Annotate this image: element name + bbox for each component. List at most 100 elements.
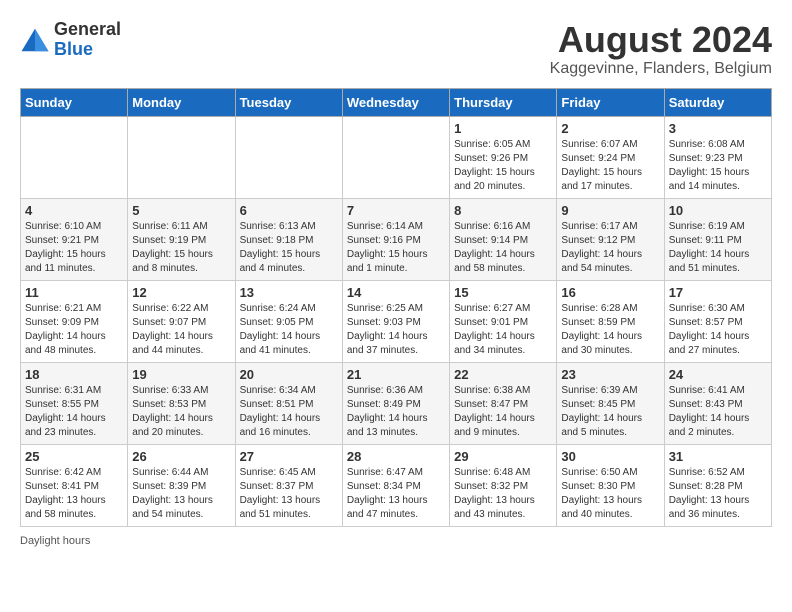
calendar-header-sunday: Sunday bbox=[21, 88, 128, 116]
day-detail: Sunrise: 6:44 AM Sunset: 8:39 PM Dayligh… bbox=[132, 466, 230, 522]
day-number: 6 bbox=[240, 203, 338, 218]
month-title: August 2024 bbox=[550, 20, 772, 60]
day-detail: Sunrise: 6:28 AM Sunset: 8:59 PM Dayligh… bbox=[561, 302, 659, 358]
day-detail: Sunrise: 6:39 AM Sunset: 8:45 PM Dayligh… bbox=[561, 384, 659, 440]
calendar-header-tuesday: Tuesday bbox=[235, 88, 342, 116]
day-detail: Sunrise: 6:36 AM Sunset: 8:49 PM Dayligh… bbox=[347, 384, 445, 440]
calendar-cell bbox=[128, 116, 235, 198]
day-detail: Sunrise: 6:45 AM Sunset: 8:37 PM Dayligh… bbox=[240, 466, 338, 522]
day-number: 8 bbox=[454, 203, 552, 218]
calendar-week-4: 18 Sunrise: 6:31 AM Sunset: 8:55 PM Dayli… bbox=[21, 362, 772, 444]
day-number: 30 bbox=[561, 449, 659, 464]
day-number: 17 bbox=[669, 285, 767, 300]
calendar-week-2: 4Sunrise: 6:10 AM Sunset: 9:21 PM Daylig… bbox=[21, 198, 772, 280]
day-detail: Sunrise: 6:31 AM Sunset: 8:55 PM Dayligh… bbox=[25, 384, 123, 440]
day-detail: Sunrise: 6:21 AM Sunset: 9:09 PM Dayligh… bbox=[25, 302, 123, 358]
day-detail: Sunrise: 6:05 AM Sunset: 9:26 PM Dayligh… bbox=[454, 138, 552, 194]
calendar-cell: 17Sunrise: 6:30 AM Sunset: 8:57 PM Dayli… bbox=[664, 280, 771, 362]
day-number: 18 bbox=[25, 367, 123, 382]
calendar-cell bbox=[21, 116, 128, 198]
calendar-header-thursday: Thursday bbox=[450, 88, 557, 116]
calendar-cell: 24Sunrise: 6:41 AM Sunset: 8:43 PM Dayli… bbox=[664, 362, 771, 444]
calendar-cell: 7Sunrise: 6:14 AM Sunset: 9:16 PM Daylig… bbox=[342, 198, 449, 280]
location-title: Kaggevinne, Flanders, Belgium bbox=[550, 60, 772, 78]
calendar-cell: 9 Sunrise: 6:17 AM Sunset: 9:12 PM Daylig… bbox=[557, 198, 664, 280]
day-detail: Sunrise: 6:19 AM Sunset: 9:11 PM Dayligh… bbox=[669, 220, 767, 276]
day-detail: Sunrise: 6:41 AM Sunset: 8:43 PM Dayligh… bbox=[669, 384, 767, 440]
calendar-cell: 12Sunrise: 6:22 AM Sunset: 9:07 PM Dayli… bbox=[128, 280, 235, 362]
day-detail: Sunrise: 6:52 AM Sunset: 8:28 PM Dayligh… bbox=[669, 466, 767, 522]
calendar-cell: 26 Sunrise: 6:44 AM Sunset: 8:39 PM Dayli… bbox=[128, 444, 235, 526]
logo-icon bbox=[20, 25, 50, 55]
day-detail: Sunrise: 6:17 AM Sunset: 9:12 PM Dayligh… bbox=[561, 220, 659, 276]
day-number: 3 bbox=[669, 121, 767, 136]
day-detail: Sunrise: 6:33 AM Sunset: 8:53 PM Dayligh… bbox=[132, 384, 230, 440]
logo-blue: Blue bbox=[54, 40, 121, 60]
day-detail: Sunrise: 6:13 AM Sunset: 9:18 PM Dayligh… bbox=[240, 220, 338, 276]
calendar-cell: 18 Sunrise: 6:31 AM Sunset: 8:55 PM Dayli… bbox=[21, 362, 128, 444]
day-number: 16 bbox=[561, 285, 659, 300]
calendar-cell bbox=[235, 116, 342, 198]
day-number: 25 bbox=[25, 449, 123, 464]
day-detail: Sunrise: 6:47 AM Sunset: 8:34 PM Dayligh… bbox=[347, 466, 445, 522]
day-number: 9 bbox=[561, 203, 659, 218]
calendar-cell: 25 Sunrise: 6:42 AM Sunset: 8:41 PM Dayli… bbox=[21, 444, 128, 526]
calendar-cell: 6 Sunrise: 6:13 AM Sunset: 9:18 PM Daylig… bbox=[235, 198, 342, 280]
calendar-week-3: 11Sunrise: 6:21 AM Sunset: 9:09 PM Dayli… bbox=[21, 280, 772, 362]
logo-general: General bbox=[54, 20, 121, 40]
day-number: 1 bbox=[454, 121, 552, 136]
calendar-cell: 20Sunrise: 6:34 AM Sunset: 8:51 PM Dayli… bbox=[235, 362, 342, 444]
calendar-cell: 28 Sunrise: 6:47 AM Sunset: 8:34 PM Dayli… bbox=[342, 444, 449, 526]
day-detail: Sunrise: 6:08 AM Sunset: 9:23 PM Dayligh… bbox=[669, 138, 767, 194]
day-detail: Sunrise: 6:16 AM Sunset: 9:14 PM Dayligh… bbox=[454, 220, 552, 276]
day-detail: Sunrise: 6:24 AM Sunset: 9:05 PM Dayligh… bbox=[240, 302, 338, 358]
calendar-cell: 13 Sunrise: 6:24 AM Sunset: 9:05 PM Dayli… bbox=[235, 280, 342, 362]
calendar-cell: 10 Sunrise: 6:19 AM Sunset: 9:11 PM Dayli… bbox=[664, 198, 771, 280]
day-number: 27 bbox=[240, 449, 338, 464]
footer-note: Daylight hours bbox=[20, 535, 772, 547]
calendar-header-friday: Friday bbox=[557, 88, 664, 116]
day-detail: Sunrise: 6:42 AM Sunset: 8:41 PM Dayligh… bbox=[25, 466, 123, 522]
day-number: 20 bbox=[240, 367, 338, 382]
calendar-cell: 3 Sunrise: 6:08 AM Sunset: 9:23 PM Daylig… bbox=[664, 116, 771, 198]
day-number: 10 bbox=[669, 203, 767, 218]
day-detail: Sunrise: 6:14 AM Sunset: 9:16 PM Dayligh… bbox=[347, 220, 445, 276]
calendar-cell: 27 Sunrise: 6:45 AM Sunset: 8:37 PM Dayli… bbox=[235, 444, 342, 526]
day-detail: Sunrise: 6:27 AM Sunset: 9:01 PM Dayligh… bbox=[454, 302, 552, 358]
calendar-cell: 1 Sunrise: 6:05 AM Sunset: 9:26 PM Daylig… bbox=[450, 116, 557, 198]
day-detail: Sunrise: 6:48 AM Sunset: 8:32 PM Dayligh… bbox=[454, 466, 552, 522]
logo: General Blue bbox=[20, 20, 121, 60]
day-number: 29 bbox=[454, 449, 552, 464]
calendar-cell: 31 Sunrise: 6:52 AM Sunset: 8:28 PM Dayli… bbox=[664, 444, 771, 526]
day-number: 5 bbox=[132, 203, 230, 218]
day-detail: Sunrise: 6:38 AM Sunset: 8:47 PM Dayligh… bbox=[454, 384, 552, 440]
calendar-week-1: 1 Sunrise: 6:05 AM Sunset: 9:26 PM Daylig… bbox=[21, 116, 772, 198]
day-number: 31 bbox=[669, 449, 767, 464]
title-block: August 2024 Kaggevinne, Flanders, Belgiu… bbox=[550, 20, 772, 78]
day-detail: Sunrise: 6:50 AM Sunset: 8:30 PM Dayligh… bbox=[561, 466, 659, 522]
day-number: 15 bbox=[454, 285, 552, 300]
calendar-cell: 11Sunrise: 6:21 AM Sunset: 9:09 PM Dayli… bbox=[21, 280, 128, 362]
day-number: 21 bbox=[347, 367, 445, 382]
calendar-cell: 2Sunrise: 6:07 AM Sunset: 9:24 PM Daylig… bbox=[557, 116, 664, 198]
day-detail: Sunrise: 6:11 AM Sunset: 9:19 PM Dayligh… bbox=[132, 220, 230, 276]
calendar-cell: 4Sunrise: 6:10 AM Sunset: 9:21 PM Daylig… bbox=[21, 198, 128, 280]
day-number: 2 bbox=[561, 121, 659, 136]
day-number: 13 bbox=[240, 285, 338, 300]
day-number: 19 bbox=[132, 367, 230, 382]
day-number: 26 bbox=[132, 449, 230, 464]
calendar-cell: 22Sunrise: 6:38 AM Sunset: 8:47 PM Dayli… bbox=[450, 362, 557, 444]
day-number: 14 bbox=[347, 285, 445, 300]
calendar-cell: 23 Sunrise: 6:39 AM Sunset: 8:45 PM Dayli… bbox=[557, 362, 664, 444]
day-number: 28 bbox=[347, 449, 445, 464]
day-number: 12 bbox=[132, 285, 230, 300]
calendar-week-5: 25 Sunrise: 6:42 AM Sunset: 8:41 PM Dayli… bbox=[21, 444, 772, 526]
calendar-cell: 5 Sunrise: 6:11 AM Sunset: 9:19 PM Daylig… bbox=[128, 198, 235, 280]
calendar-header-monday: Monday bbox=[128, 88, 235, 116]
calendar-header-saturday: Saturday bbox=[664, 88, 771, 116]
day-number: 23 bbox=[561, 367, 659, 382]
calendar-table: SundayMondayTuesdayWednesdayThursdayFrid… bbox=[20, 88, 772, 527]
day-detail: Sunrise: 6:25 AM Sunset: 9:03 PM Dayligh… bbox=[347, 302, 445, 358]
calendar-cell: 8 Sunrise: 6:16 AM Sunset: 9:14 PM Daylig… bbox=[450, 198, 557, 280]
calendar-cell: 14 Sunrise: 6:25 AM Sunset: 9:03 PM Dayli… bbox=[342, 280, 449, 362]
